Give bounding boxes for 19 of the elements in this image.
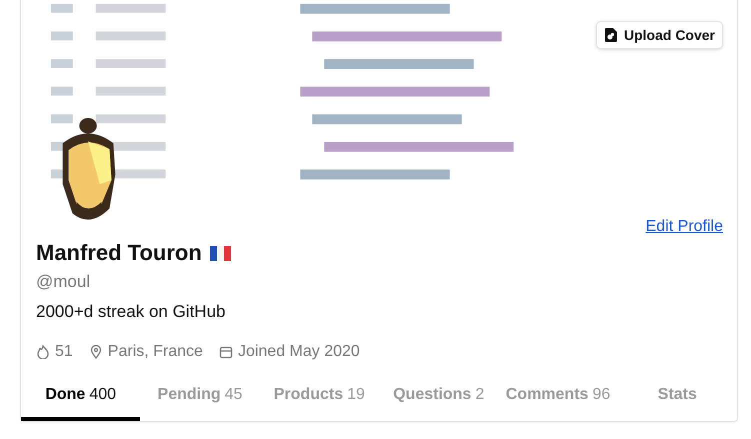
profile-tab[interactable]: Pending 45	[140, 377, 260, 421]
edit-profile-link[interactable]: Edit Profile	[646, 218, 723, 238]
flame-icon	[36, 345, 50, 359]
profile-handle: @moul	[36, 272, 92, 292]
profile-name: Manfred Touron	[36, 240, 202, 266]
meta-text: 51	[55, 343, 73, 361]
profile-tab[interactable]: Done 400	[21, 377, 140, 421]
profile-bio: 2000+d streak on GitHub	[36, 302, 226, 322]
location-pin-icon	[88, 345, 103, 359]
profile-tab[interactable]: Questions 2	[379, 377, 498, 421]
upload-cover-button[interactable]: Upload Cover	[596, 21, 723, 49]
image-icon	[604, 28, 618, 42]
profile-tab[interactable]: Comments 96	[498, 377, 618, 421]
profile-tab[interactable]: Stats	[618, 377, 737, 421]
meta-text: Paris, France	[108, 343, 203, 361]
profile-tab[interactable]: Products 19	[260, 377, 379, 421]
calendar-icon	[218, 345, 233, 359]
flag-icon	[210, 246, 231, 260]
meta-text: Joined May 2020	[238, 343, 360, 361]
